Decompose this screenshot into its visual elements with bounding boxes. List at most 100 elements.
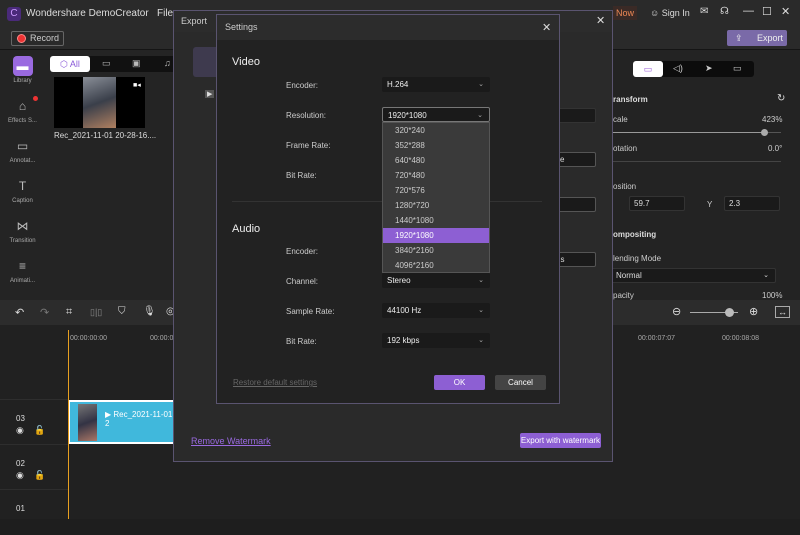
menu-file[interactable]: File — [157, 8, 173, 19]
chevron-down-icon: ⌄ — [478, 81, 484, 88]
app-logo-icon: C — [7, 7, 21, 21]
export-close-icon[interactable]: ✕ — [596, 14, 605, 27]
audio-bit-rate-select[interactable]: 192 kbps ⌄ — [382, 333, 490, 348]
resolution-option[interactable]: 720*576 — [383, 183, 489, 198]
sidebar-item-animation[interactable]: ≡ Animati... — [0, 256, 45, 284]
audio-bit-rate-label: Bit Rate: — [286, 337, 317, 346]
resolution-option[interactable]: 640*480 — [383, 153, 489, 168]
chevron-down-icon: ⌄ — [763, 272, 769, 279]
resolution-option[interactable]: 320*240 — [383, 123, 489, 138]
undo-icon[interactable]: ↶ — [15, 306, 24, 319]
rotation-slider[interactable] — [613, 161, 781, 162]
split-icon[interactable]: ▯|▯ — [90, 307, 102, 318]
record-icon — [17, 34, 26, 43]
resolution-option[interactable]: 3840*2160 — [383, 243, 489, 258]
sidebar-item-effects[interactable]: ⌂ Effects S... — [0, 96, 45, 124]
timeline-clip[interactable]: ▶ Rec_2021-11-01 2 — [68, 400, 178, 444]
blending-mode-select[interactable]: Normal ⌄ — [611, 268, 776, 283]
rotation-label: otation — [613, 144, 638, 153]
crop-icon[interactable]: ⌗ — [66, 306, 72, 319]
transition-icon: ⋈ — [16, 219, 29, 233]
position-y-input[interactable]: 2.3 — [724, 196, 780, 211]
export-with-watermark-button[interactable]: Export with watermark — [520, 433, 601, 448]
microphone-icon[interactable]: 🎙 — [143, 306, 156, 317]
resolution-value: 1920*1080 — [388, 111, 427, 120]
playhead[interactable] — [68, 330, 69, 519]
sidebar-item-transition[interactable]: ⋈ Transition — [0, 216, 45, 244]
channel-select[interactable]: Stereo ⌄ — [382, 273, 490, 288]
scale-slider[interactable] — [613, 132, 781, 133]
track-number: 02 — [16, 459, 25, 468]
ok-button[interactable]: OK — [434, 375, 485, 390]
settings-dialog: Settings ✕ Video Encoder: H.264 ⌄ Resolut… — [216, 14, 560, 404]
sidebar-label: Library — [13, 78, 32, 84]
resolution-option[interactable]: 352*288 — [383, 138, 489, 153]
close-icon[interactable]: ✕ — [781, 5, 790, 18]
fit-icon[interactable]: ↔ — [775, 306, 790, 318]
resolution-dropdown-list: 320*240 352*288 640*480 720*480 720*576 1280*… — [382, 122, 490, 273]
resolution-option[interactable]: 1280*720 — [383, 198, 489, 213]
chevron-down-icon: ⌄ — [478, 307, 484, 314]
ruler-time: 00:00:0 — [150, 335, 174, 342]
restore-defaults-link[interactable]: Restore default settings — [233, 378, 317, 387]
keyboard-tab-icon[interactable]: ▭ — [733, 63, 742, 74]
opacity-value: 100% — [762, 291, 783, 300]
record-button[interactable]: Record — [11, 31, 64, 46]
encoder-select[interactable]: H.264 ⌄ — [382, 77, 490, 92]
track-header-02: 02 ◉ 🔓 — [0, 445, 68, 490]
minimize-icon[interactable]: — — [743, 5, 754, 17]
export-label: Export — [757, 33, 784, 43]
sidebar-label: Caption — [12, 198, 33, 204]
resolution-option[interactable]: 720*480 — [383, 168, 489, 183]
opacity-label: pacity — [613, 291, 634, 300]
audio-tab-icon[interactable]: ◁) — [673, 63, 683, 74]
position-x-input[interactable]: 59.7 — [629, 196, 685, 211]
mail-icon[interactable]: ✉ — [700, 6, 708, 17]
cursor-tab-icon[interactable]: ➤ — [705, 63, 713, 74]
cancel-button[interactable]: Cancel — [495, 375, 546, 390]
media-clip-name: Rec_2021-11-01 20-28-16.... — [54, 131, 157, 140]
remove-watermark-link[interactable]: Remove Watermark — [191, 436, 271, 446]
audio-heading: Audio — [232, 223, 261, 235]
zoom-out-icon[interactable]: ⊖ — [672, 305, 681, 318]
sidebar-item-caption[interactable]: T Caption — [0, 176, 45, 204]
redo-icon[interactable]: ↷ — [40, 306, 49, 319]
zoom-in-icon[interactable]: ⊕ — [749, 305, 758, 318]
annotation-icon: ▭ — [16, 139, 29, 153]
zoom-slider-handle[interactable] — [725, 308, 734, 317]
marker-icon[interactable]: ⛉ — [118, 306, 126, 317]
channel-label: Channel: — [286, 277, 319, 286]
export-button[interactable]: ⇪ Export — [727, 30, 787, 46]
maximize-icon[interactable]: ☐ — [762, 5, 772, 18]
sidebar-item-annotation[interactable]: ▭ Annotat... — [0, 136, 45, 164]
eye-icon[interactable]: ◉ — [16, 470, 24, 481]
lock-icon[interactable]: 🔓 — [34, 470, 45, 481]
clip-thumbnail — [78, 404, 97, 441]
encoder-label: Encoder: — [286, 81, 319, 90]
video-tab-icon[interactable]: ▭ — [633, 61, 663, 77]
lock-icon[interactable]: 🔓 — [34, 425, 45, 436]
buy-now-button[interactable]: Now — [613, 6, 638, 20]
tab-video-icon[interactable]: ▭ — [102, 58, 111, 69]
sidebar-item-library[interactable]: ▬ Library — [0, 56, 45, 84]
eye-icon[interactable]: ◉ — [16, 425, 24, 436]
settings-close-icon[interactable]: ✕ — [542, 21, 551, 34]
frame-rate-label: Frame Rate: — [286, 141, 331, 150]
resolution-select[interactable]: 1920*1080 ⌄ — [382, 107, 490, 122]
sample-rate-select[interactable]: 44100 Hz ⌄ — [382, 303, 490, 318]
tab-image-icon[interactable]: ▣ — [132, 58, 141, 69]
record-label: Record — [30, 33, 60, 43]
resolution-option[interactable]: 4096*2160 — [383, 258, 489, 273]
video-camera-icon: ■◂ — [133, 82, 141, 89]
tab-audio-icon[interactable]: ♫ — [164, 58, 171, 68]
youtube-icon[interactable]: ▶ — [205, 90, 215, 98]
encoder-value: H.264 — [387, 80, 409, 89]
transform-heading: ransform — [613, 95, 648, 104]
resolution-option[interactable]: 1440*1080 — [383, 213, 489, 228]
resolution-option[interactable]: 1920*1080 — [383, 228, 489, 243]
headset-icon[interactable]: ☊ — [720, 6, 729, 17]
tab-all[interactable]: ⬡ All — [50, 56, 90, 72]
animation-icon: ≡ — [18, 259, 26, 273]
sign-in-button[interactable]: ☺ Sign In — [650, 8, 690, 18]
reset-icon[interactable]: ↻ — [777, 93, 785, 104]
